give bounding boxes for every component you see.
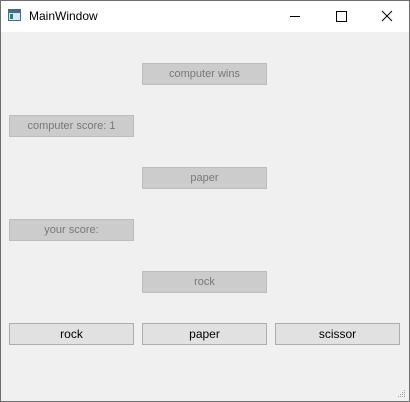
- main-window: MainWindow computer wins computer score:…: [0, 0, 410, 402]
- close-icon: [381, 10, 393, 22]
- scissor-button[interactable]: scissor: [275, 323, 400, 345]
- title-bar[interactable]: MainWindow: [1, 1, 409, 32]
- your-choice-label: rock: [142, 271, 267, 293]
- resize-grip-icon[interactable]: [398, 390, 406, 398]
- computer-score-label: computer score: 1: [9, 115, 134, 137]
- minimize-button[interactable]: [272, 1, 318, 32]
- paper-button[interactable]: paper: [142, 323, 267, 345]
- maximize-icon: [336, 11, 347, 22]
- close-button[interactable]: [364, 1, 409, 32]
- window-title: MainWindow: [29, 9, 98, 23]
- app-window-icon: [8, 9, 21, 21]
- your-score-label: your score:: [9, 219, 134, 241]
- rock-button[interactable]: rock: [9, 323, 134, 345]
- computer-choice-label: paper: [142, 167, 267, 189]
- minimize-icon: [290, 16, 300, 17]
- maximize-button[interactable]: [318, 1, 364, 32]
- result-label: computer wins: [142, 63, 267, 85]
